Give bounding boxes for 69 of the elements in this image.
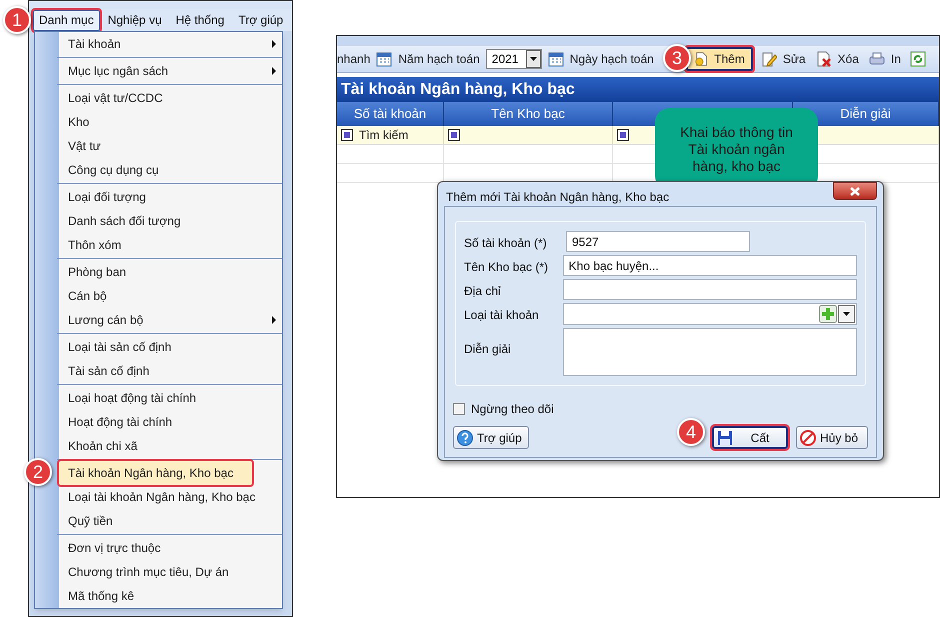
menu-item[interactable]: Hoạt động tài chính <box>59 410 282 434</box>
toolbar-button[interactable]: Sửa <box>758 47 808 71</box>
menu-item[interactable]: Loại vật tư/CCDC <box>59 86 282 110</box>
help-icon <box>457 430 473 446</box>
menu-item[interactable]: Khoản chi xã <box>59 434 282 458</box>
field-label: Diễn giải <box>464 341 512 358</box>
text-field[interactable]: Kho bạc huyện... <box>562 255 857 276</box>
close-button[interactable] <box>833 182 877 200</box>
menu-item[interactable]: Mục lục ngân sách <box>59 59 282 83</box>
menu-item[interactable]: Công cụ dụng cụ <box>59 158 282 182</box>
toolbar-button[interactable]: Thêm <box>686 47 753 71</box>
menu-item[interactable]: Cán bộ <box>59 284 282 308</box>
menu-item[interactable]: Tài khoản Ngân hàng, Kho bạc <box>59 461 252 485</box>
menu-bar-item[interactable]: Hệ thống <box>170 10 230 30</box>
delete-icon <box>816 51 832 67</box>
toolbar-label: Ngày hạch toán <box>570 51 654 68</box>
field-label: Loại tài khoản <box>464 307 540 324</box>
menu-item[interactable]: Loại tài khoản Ngân hàng, Kho bạc <box>59 485 282 509</box>
dialog-title: Thêm mới Tài khoản Ngân hàng, Kho bạc <box>446 189 670 206</box>
plus-icon <box>819 305 837 323</box>
close-icon <box>850 186 860 196</box>
menu-item[interactable]: Loại tài sản cố định <box>59 335 282 359</box>
menu-bar-item[interactable]: Nghiệp vụ <box>102 10 168 30</box>
menu-item[interactable]: Tài sản cố định <box>59 359 282 383</box>
menu-bar-item[interactable]: Danh mục <box>33 10 100 30</box>
calendar-icon <box>376 51 392 67</box>
menu-item[interactable]: Chương trình mục tiêu, Dự án <box>59 560 282 584</box>
checkbox-label: Ngừng theo dõi <box>471 401 554 418</box>
menu-item[interactable]: Vật tư <box>59 134 282 158</box>
menu-item[interactable]: Loại hoạt động tài chính <box>59 386 282 410</box>
combo-field[interactable] <box>562 303 857 325</box>
menu-item[interactable]: Tài khoản <box>59 32 282 56</box>
toolbar-label: nhanh <box>337 51 370 68</box>
menu-item[interactable]: Đơn vị trực thuộc <box>59 536 282 560</box>
menu-item[interactable]: Kho <box>59 110 282 134</box>
field-label: Số tài khoản (*) <box>464 235 548 252</box>
menu-item[interactable]: Danh sách đối tượng <box>59 209 282 233</box>
filter-text: Tìm kiếm <box>359 127 408 144</box>
dialog-button[interactable]: Hủy bỏ <box>796 426 868 449</box>
menu-item[interactable]: Thôn xóm <box>59 233 282 257</box>
multiline-text-field[interactable] <box>562 328 857 376</box>
dialog-button[interactable]: Trợ giúp <box>453 426 529 449</box>
text-field[interactable]: 9527 <box>566 231 750 252</box>
toolbar-button[interactable]: Xóa <box>814 47 861 71</box>
step-number-badge: 1 <box>3 6 31 34</box>
menu-item[interactable]: Quỹ tiền <box>59 509 282 533</box>
year-dropdown[interactable]: 2021 <box>486 49 542 69</box>
text-field[interactable] <box>562 279 857 300</box>
field-label: Tên Kho bạc (*) <box>464 259 550 276</box>
grid-title: Tài khoản Ngân hàng, Kho bạc <box>337 77 939 102</box>
menu-item[interactable]: Lương cán bộ <box>59 308 282 332</box>
calendar-icon <box>548 51 564 67</box>
checkbox[interactable] <box>453 403 465 415</box>
filter-mode-icon <box>617 129 629 141</box>
field-label: Địa chỉ <box>464 283 502 300</box>
menu-bar-item[interactable]: Trợ giúp <box>232 10 290 30</box>
menu-item[interactable]: Loại đối tượng <box>59 185 282 209</box>
menu-item[interactable]: Phòng ban <box>59 260 282 284</box>
cancel-icon <box>800 430 816 446</box>
filter-mode-icon <box>448 129 460 141</box>
toolbar-label: Năm hạch toán <box>398 51 480 68</box>
menu-item[interactable]: Mã thống kê <box>59 584 282 608</box>
refresh-icon <box>910 51 926 67</box>
refresh-button[interactable] <box>908 49 927 69</box>
pencil-document-icon <box>760 51 777 67</box>
dialog-button[interactable]: Cất <box>712 426 788 449</box>
toolbar-button[interactable]: In <box>866 47 903 71</box>
printer-icon <box>868 51 885 67</box>
filter-mode-icon <box>341 129 353 141</box>
